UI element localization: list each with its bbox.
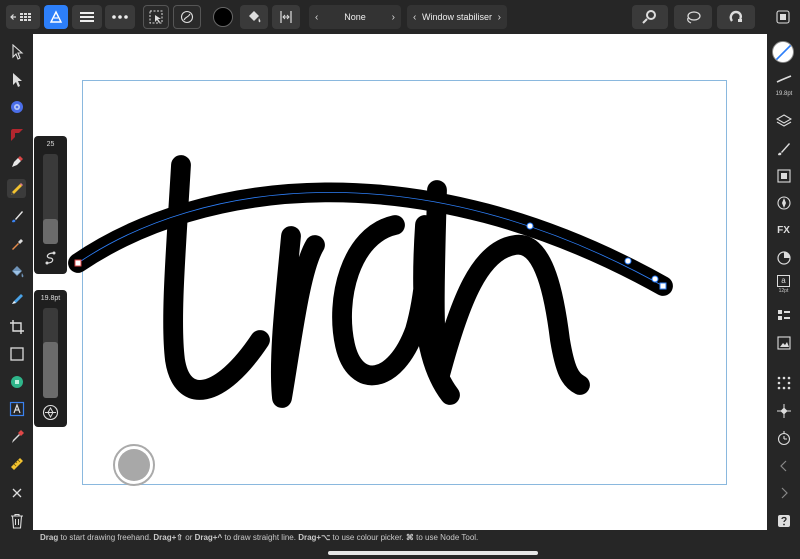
clock-target-icon xyxy=(777,430,790,445)
help-button[interactable] xyxy=(774,511,793,530)
node-actions-button[interactable] xyxy=(774,401,793,420)
letter-r xyxy=(270,226,325,408)
hint-text: to draw straight line. xyxy=(222,533,299,542)
hint-key: Drag+^ xyxy=(194,533,223,542)
end-node xyxy=(659,282,667,290)
hint-key: Drag+⇧ xyxy=(153,533,184,542)
help-icon xyxy=(777,514,790,527)
list-icon xyxy=(777,309,790,320)
font-size-value: 12pt xyxy=(778,288,789,294)
chevron-right-icon xyxy=(781,487,788,498)
constraints-button[interactable] xyxy=(774,428,793,447)
pencil-width-value: 25 xyxy=(46,141,55,148)
pencil-sculpt-button[interactable] xyxy=(42,250,59,267)
pencil-width-fill xyxy=(43,219,58,244)
snapping-studio-button[interactable] xyxy=(774,373,793,392)
navigator-icon xyxy=(776,195,791,210)
fx-label: FX xyxy=(777,225,790,236)
start-node xyxy=(74,259,82,267)
brush-stroke-icon xyxy=(776,74,791,83)
hand-tool-dot xyxy=(118,449,150,481)
stroke-style-button[interactable] xyxy=(772,41,794,63)
text-style-box: a xyxy=(777,275,790,287)
s-curve-icon xyxy=(45,251,56,265)
hand-tool-button[interactable] xyxy=(113,444,155,486)
navigator-studio-button[interactable] xyxy=(774,193,793,212)
status-bar: Drag to start drawing freehand. Drag+⇧ o… xyxy=(33,530,767,559)
stock-studio-button[interactable] xyxy=(774,306,793,325)
context-hint: Drag to start drawing freehand. Drag+⇧ o… xyxy=(40,533,478,542)
fx-studio-button[interactable]: FX xyxy=(774,221,793,240)
previous-button[interactable] xyxy=(774,456,793,475)
hint-key: ⌘ xyxy=(405,533,414,542)
stroke-size-fill xyxy=(43,342,58,398)
pressure-icon xyxy=(42,404,59,421)
home-indicator[interactable] xyxy=(328,551,538,555)
transform-studio-button[interactable] xyxy=(774,166,793,185)
right-stroke-size: 19.8pt xyxy=(775,91,793,97)
brushes-studio-button[interactable] xyxy=(774,139,793,158)
hint-text: to use Node Tool. xyxy=(413,533,479,542)
image-frame-icon xyxy=(776,335,791,350)
node-point xyxy=(624,257,632,265)
hint-text: to use colour picker. xyxy=(330,533,406,542)
chevron-left-icon xyxy=(779,460,786,471)
hint-text: to start drawing freehand. xyxy=(58,533,154,542)
stroke-pressure-button[interactable] xyxy=(42,404,59,421)
brush-icon xyxy=(777,142,790,155)
text-style-studio-button[interactable]: a 12pt xyxy=(774,275,793,294)
layers-studio-button[interactable] xyxy=(774,111,793,130)
color-studio-button[interactable] xyxy=(774,248,793,267)
color-wheel-icon xyxy=(776,250,791,265)
stroke-size-value: 19.8pt xyxy=(40,295,61,302)
hint-key: Drag+⌥ xyxy=(298,533,331,542)
pencil-width-panel: 25 xyxy=(34,136,67,274)
transform-icon xyxy=(776,168,791,183)
history-studio-button[interactable] xyxy=(774,333,793,352)
next-button[interactable] xyxy=(774,483,793,502)
layers-icon xyxy=(775,113,792,127)
node-point xyxy=(526,222,534,230)
hint-text: or xyxy=(183,533,195,542)
node-move-icon xyxy=(776,403,791,418)
hint-key: Drag xyxy=(40,533,59,542)
stroke-size-panel: 19.8pt xyxy=(34,290,67,427)
stroke-width-indicator[interactable] xyxy=(774,69,793,88)
grid-dots-icon xyxy=(777,376,790,389)
node-point xyxy=(651,275,659,283)
